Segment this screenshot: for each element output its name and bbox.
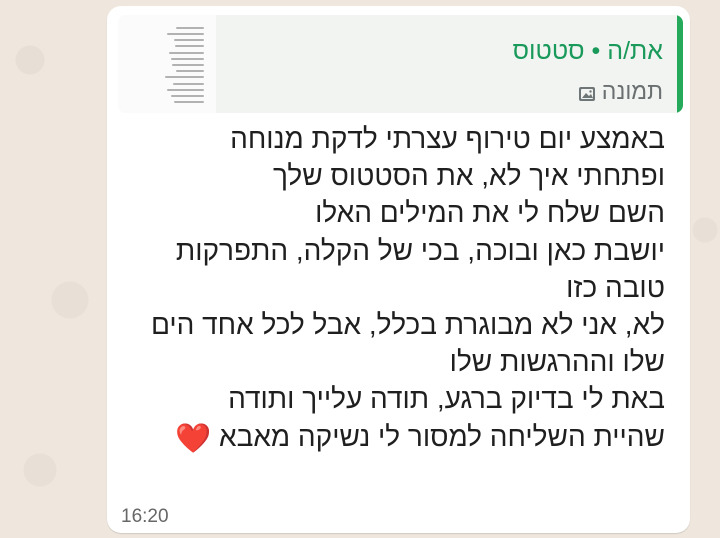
message-timestamp: 16:20 (121, 506, 169, 527)
message-line: באמצע יום טירוף עצרתי לדקת מנוחה (230, 123, 665, 154)
photo-icon (578, 82, 596, 101)
message-line: לא, אני לא מבוגרת בכלל, אבל לכל אחד הים (150, 309, 665, 341)
status-image-thumbnail[interactable] (118, 15, 216, 113)
quote-type-row: תמונה (578, 78, 663, 104)
heart-icon: ❤️ (175, 422, 212, 455)
quote-author: את/ה • סטטוס (512, 37, 663, 65)
quoted-status-preview[interactable]: את/ה • סטטוס תמונה (118, 15, 683, 113)
quote-accent-bar (677, 15, 683, 113)
message-line: באת לי בדיוק ברגע, תודה עלייך ותודה (228, 383, 665, 415)
message-line: שלו וההרגשות שלו (449, 346, 665, 378)
message-bubble[interactable]: את/ה • סטטוס תמונה באמצע יום טירוף עצרתי… (107, 6, 690, 533)
message-last-line: שהיית השליחה למסור לי נשיקה מאבא ❤️ (125, 418, 665, 455)
message-line: טובה כזו (566, 271, 665, 303)
quote-type-label: תמונה (601, 78, 663, 104)
message-line: ופתחתי איך לא, את הסטטוס שלך (273, 160, 665, 192)
message-line: יושבת כאן ובוכה, בכי של הקלה, התפרקות (175, 234, 665, 266)
message-line: השם שלח לי את המילים האלו (315, 197, 665, 229)
message-text: באמצע יום טירוף עצרתי לדקת מנוחה ופתחתי … (125, 120, 665, 455)
message-line: שהיית השליחה למסור לי נשיקה מאבא (219, 420, 665, 452)
